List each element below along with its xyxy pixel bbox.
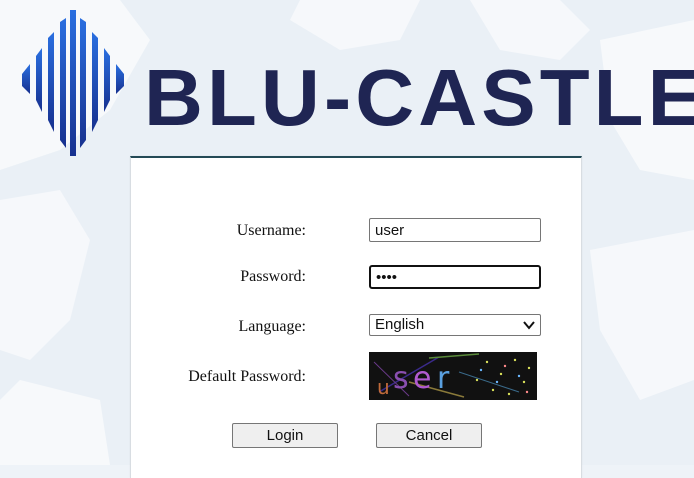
svg-text:r: r (437, 361, 450, 396)
username-input[interactable] (369, 218, 541, 242)
svg-text:u: u (377, 375, 390, 399)
captcha-image: u s e r (369, 352, 537, 400)
default-password-label: Default Password: (188, 368, 306, 385)
password-input[interactable] (369, 265, 541, 289)
chevron-down-icon (523, 321, 535, 330)
language-selected-value: English (375, 316, 425, 333)
castle-wave-logo-icon (22, 10, 124, 156)
language-select[interactable]: English (369, 314, 541, 336)
language-label: Language: (238, 318, 306, 335)
login-panel: Username: Password: Language: English De… (130, 156, 582, 478)
login-button[interactable]: Login (232, 423, 338, 448)
svg-text:s: s (393, 361, 409, 396)
svg-text:e: e (413, 361, 431, 396)
username-label: Username: (236, 222, 306, 239)
password-label: Password: (240, 268, 306, 285)
brand-wordmark: BLU-CASTLE (144, 53, 694, 142)
cancel-button[interactable]: Cancel (376, 423, 482, 448)
